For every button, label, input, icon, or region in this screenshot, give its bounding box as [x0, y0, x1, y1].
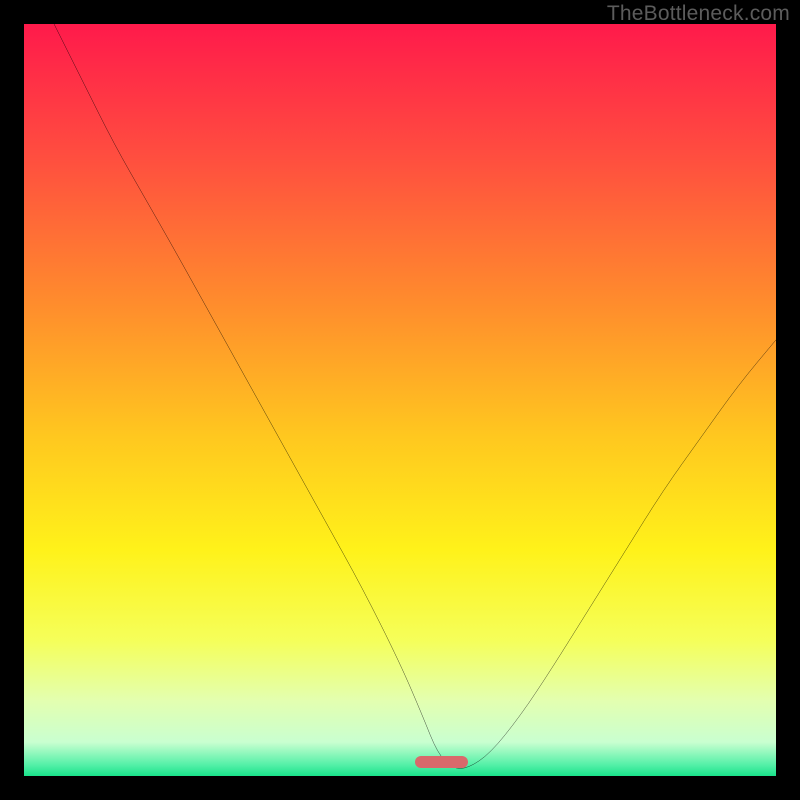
plot-area	[24, 24, 776, 776]
chart-frame: TheBottleneck.com	[0, 0, 800, 800]
optimal-range-marker	[415, 756, 468, 768]
watermark-text: TheBottleneck.com	[607, 2, 790, 26]
bottleneck-curve	[24, 24, 776, 776]
